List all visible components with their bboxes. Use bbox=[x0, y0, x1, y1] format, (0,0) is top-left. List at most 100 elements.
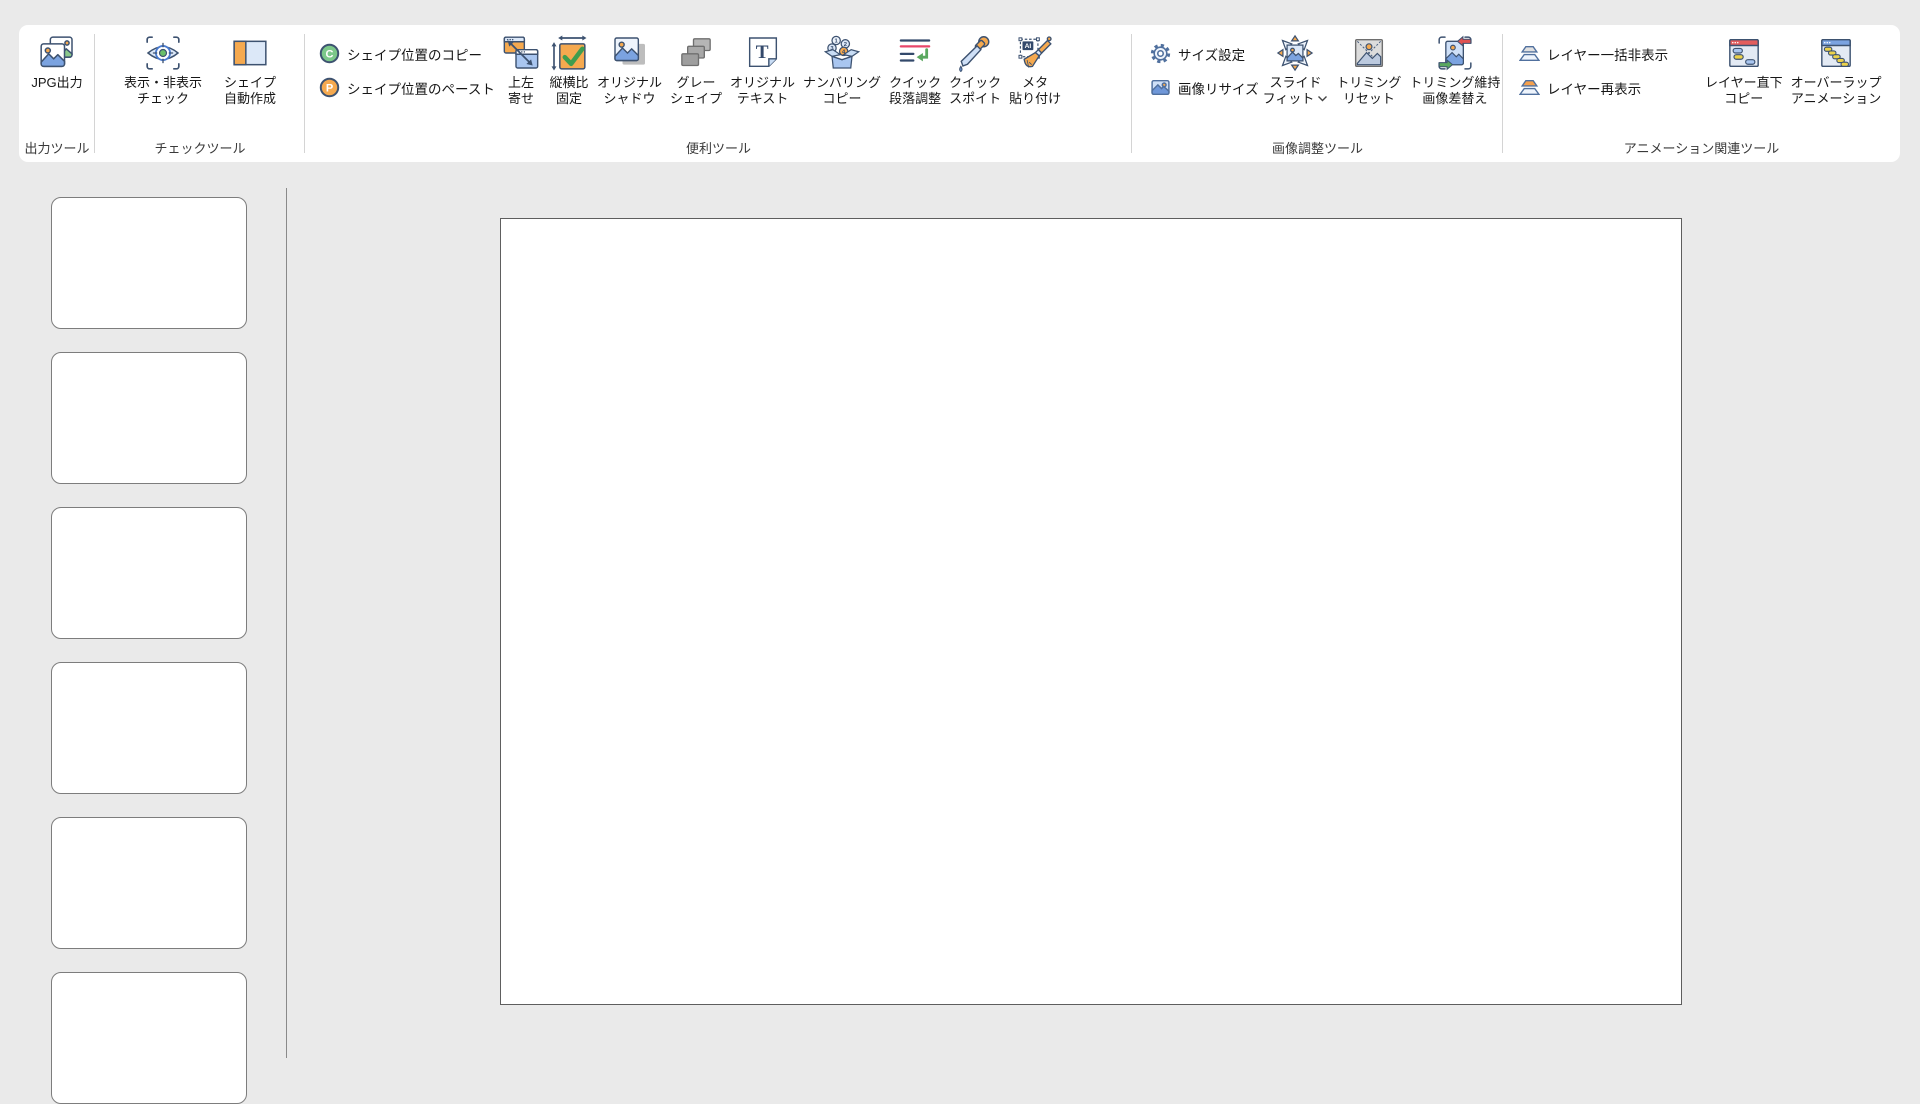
trim-reset-label-2: リセット bbox=[1336, 91, 1401, 107]
layers-hide-all-button[interactable]: レイヤー一括非表示 bbox=[1519, 43, 1668, 64]
quick-eyedropper-label-2: スポイト bbox=[949, 91, 1001, 107]
slide-fit-icon bbox=[1275, 33, 1315, 73]
gray-shape-label-2: シェイプ bbox=[670, 91, 722, 107]
jpg-export-button[interactable]: JPG出力 bbox=[28, 33, 85, 91]
quick-paragraph-label-1: クイック bbox=[889, 75, 941, 91]
quick-paragraph-label-2: 段落調整 bbox=[889, 91, 941, 107]
quick-eyedropper-button[interactable]: クイック スポイト bbox=[946, 33, 1004, 106]
overlap-animation-label-2: アニメーション bbox=[1791, 91, 1882, 107]
svg-text:AI: AI bbox=[1025, 43, 1032, 50]
group-label-output: 出力ツール bbox=[19, 138, 95, 157]
group-label-check: チェックツール bbox=[95, 138, 305, 157]
slide-canvas[interactable] bbox=[500, 218, 1682, 1005]
original-shadow-label-1: オリジナル bbox=[597, 75, 662, 91]
aspect-ratio-lock-icon bbox=[549, 33, 589, 73]
slide-fit-label-1: スライド bbox=[1263, 75, 1329, 91]
overlap-animation-button[interactable]: オーバーラップ アニメーション bbox=[1788, 33, 1885, 106]
size-settings-label: サイズ設定 bbox=[1178, 44, 1245, 64]
gray-shape-label-1: グレー bbox=[670, 75, 722, 91]
layer-copy-below-label-2: コピー bbox=[1705, 91, 1783, 107]
paste-shape-position-label: シェイプ位置のペースト bbox=[347, 78, 495, 98]
group-label-animation: アニメーション関連ツール bbox=[1503, 138, 1900, 157]
original-text-label-2: テキスト bbox=[730, 91, 795, 107]
slide-thumbnail-4[interactable] bbox=[51, 662, 247, 794]
slide-fit-label-2: フィット bbox=[1263, 91, 1315, 107]
dropdown-chevron-icon bbox=[1317, 95, 1328, 102]
aspect-ratio-lock-label-1: 縦横比 bbox=[549, 75, 588, 91]
trim-keep-replace-button[interactable]: トリミング維持 画像差替え bbox=[1406, 33, 1503, 106]
shape-auto-create-icon bbox=[230, 33, 270, 73]
meta-paste-label-2: 貼り付け bbox=[1009, 91, 1061, 107]
aspect-ratio-lock-label-2: 固定 bbox=[549, 91, 588, 107]
paste-position-p-badge-icon: P bbox=[319, 77, 340, 98]
slide-thumbnail-6[interactable] bbox=[51, 972, 247, 1104]
copy-position-c-badge-icon: C bbox=[319, 43, 340, 64]
slide-thumbnail-1[interactable] bbox=[51, 197, 247, 329]
shape-auto-create-label-2: 自動作成 bbox=[224, 91, 276, 107]
copy-shape-position-button[interactable]: C シェイプ位置のコピー bbox=[319, 43, 482, 64]
layer-copy-below-button[interactable]: レイヤー直下 コピー bbox=[1702, 33, 1786, 106]
layer-copy-below-label-1: レイヤー直下 bbox=[1705, 75, 1783, 91]
align-top-left-icon bbox=[501, 33, 541, 73]
paste-shape-position-button[interactable]: P シェイプ位置のペースト bbox=[319, 77, 495, 98]
aspect-ratio-lock-button[interactable]: 縦横比 固定 bbox=[546, 33, 592, 106]
image-resize-icon bbox=[1150, 77, 1171, 98]
align-top-left-button[interactable]: 上左 寄せ bbox=[498, 33, 544, 106]
meta-paste-label-1: メタ bbox=[1009, 75, 1061, 91]
jpg-export-icon bbox=[37, 33, 77, 73]
layer-copy-below-icon bbox=[1724, 33, 1764, 73]
copy-shape-position-label: シェイプ位置のコピー bbox=[347, 44, 482, 64]
visibility-check-button[interactable]: 表示・非表示 チェック bbox=[121, 33, 205, 106]
panel-divider bbox=[286, 188, 287, 1058]
quick-paragraph-button[interactable]: クイック 段落調整 bbox=[886, 33, 944, 106]
gear-icon bbox=[1150, 43, 1171, 64]
gray-shape-button[interactable]: グレー シェイプ bbox=[667, 33, 725, 106]
size-settings-button[interactable]: サイズ設定 bbox=[1150, 43, 1245, 64]
quick-paragraph-icon bbox=[895, 33, 935, 73]
meta-paste-icon: AI bbox=[1015, 33, 1055, 73]
numbering-copy-button[interactable]: 1234 ナンバリング コピー bbox=[800, 33, 884, 106]
original-text-label-1: オリジナル bbox=[730, 75, 795, 91]
original-text-icon: T bbox=[743, 33, 783, 73]
slide-thumbnail-5[interactable] bbox=[51, 817, 247, 949]
overlap-animation-label-1: オーバーラップ bbox=[1791, 75, 1882, 91]
trim-keep-replace-label-1: トリミング維持 bbox=[1409, 75, 1500, 91]
jpg-export-label: JPG出力 bbox=[31, 75, 82, 91]
quick-eyedropper-label-1: クイック bbox=[949, 75, 1001, 91]
slide-fit-button[interactable]: スライド フィット bbox=[1260, 33, 1332, 106]
trim-reset-label-1: トリミング bbox=[1336, 75, 1401, 91]
meta-paste-button[interactable]: AI メタ 貼り付け bbox=[1006, 33, 1064, 106]
quick-eyedropper-icon bbox=[955, 33, 995, 73]
original-shadow-label-2: シャドウ bbox=[597, 91, 662, 107]
align-top-left-label-2: 寄せ bbox=[508, 91, 534, 107]
image-resize-button[interactable]: 画像リサイズ bbox=[1150, 77, 1259, 98]
shape-auto-create-button[interactable]: シェイプ 自動作成 bbox=[221, 33, 279, 106]
layers-show-icon bbox=[1519, 77, 1540, 98]
numbering-copy-label-1: ナンバリング bbox=[803, 75, 881, 91]
trim-reset-button[interactable]: トリミング リセット bbox=[1333, 33, 1404, 106]
ribbon-group-output: JPG出力 出力ツール bbox=[19, 25, 95, 162]
ribbon-toolbar: JPG出力 出力ツール bbox=[19, 25, 1900, 162]
shape-auto-create-label-1: シェイプ bbox=[224, 75, 276, 91]
ribbon-group-convenient: C シェイプ位置のコピー P シェイプ位置のペースト bbox=[305, 25, 1132, 162]
image-resize-label: 画像リサイズ bbox=[1178, 78, 1259, 98]
slide-thumbnail-3[interactable] bbox=[51, 507, 247, 639]
trim-keep-replace-label-2: 画像差替え bbox=[1409, 91, 1500, 107]
gray-shape-icon bbox=[676, 33, 716, 73]
overlap-animation-icon bbox=[1816, 33, 1856, 73]
numbering-copy-label-2: コピー bbox=[803, 91, 881, 107]
original-text-button[interactable]: T オリジナル テキスト bbox=[727, 33, 798, 106]
trim-reset-icon bbox=[1349, 33, 1389, 73]
numbering-copy-icon: 1234 bbox=[822, 33, 862, 73]
visibility-check-label-2: チェック bbox=[124, 91, 202, 107]
original-shadow-icon bbox=[610, 33, 650, 73]
group-label-convenient: 便利ツール bbox=[305, 138, 1132, 157]
layers-hide-all-label: レイヤー一括非表示 bbox=[1547, 44, 1668, 64]
layers-show-label: レイヤー再表示 bbox=[1547, 78, 1641, 98]
svg-text:C: C bbox=[326, 49, 334, 61]
slide-thumbnail-2[interactable] bbox=[51, 352, 247, 484]
layers-show-button[interactable]: レイヤー再表示 bbox=[1519, 77, 1641, 98]
svg-text:T: T bbox=[755, 42, 768, 63]
align-top-left-label-1: 上左 bbox=[508, 75, 534, 91]
original-shadow-button[interactable]: オリジナル シャドウ bbox=[594, 33, 665, 106]
